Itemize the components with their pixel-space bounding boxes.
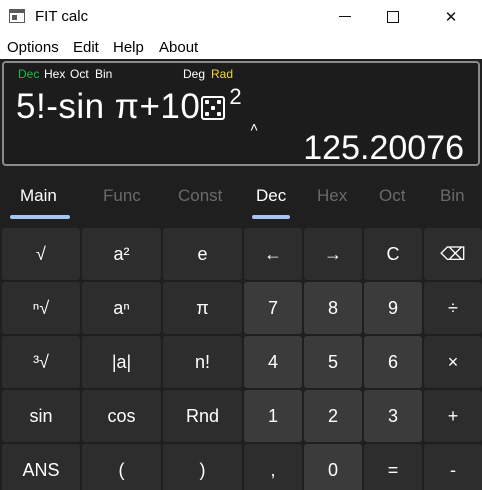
maximize-button[interactable] <box>370 0 416 33</box>
pi-button[interactable]: π <box>163 282 242 334</box>
e-constant-button[interactable]: e <box>163 228 242 280</box>
digit-5-button[interactable]: 5 <box>304 336 362 388</box>
dice-icon <box>201 96 226 120</box>
factorial-button[interactable]: n! <box>163 336 242 388</box>
multiply-button[interactable]: × <box>424 336 482 388</box>
digit-2-button[interactable]: 2 <box>304 390 362 442</box>
tab-dec[interactable]: Dec <box>256 186 286 206</box>
tab-const[interactable]: Const <box>178 186 222 206</box>
mode-deg-indicator: Deg <box>183 67 206 81</box>
cube-root-button[interactable]: ³√ <box>2 336 80 388</box>
abs-button[interactable]: |a| <box>82 336 161 388</box>
calculator-display[interactable]: Dec Hex Oct Bin Deg Rad 5!-sin π+10 2 ˄ 1… <box>2 61 480 167</box>
open-paren-button[interactable]: ( <box>82 444 161 490</box>
square-button[interactable]: a² <box>82 228 161 280</box>
digit-9-button[interactable]: 9 <box>364 282 422 334</box>
digit-6-button[interactable]: 6 <box>364 336 422 388</box>
minimize-icon <box>339 16 351 17</box>
digit-7-button[interactable]: 7 <box>244 282 302 334</box>
window-title: FIT calc <box>35 8 89 25</box>
digit-8-button[interactable]: 8 <box>304 282 362 334</box>
nth-root-button[interactable]: ⁿ√ <box>2 282 80 334</box>
app-icon <box>9 9 25 23</box>
digit-3-button[interactable]: 3 <box>364 390 422 442</box>
expression-text: 5!-sin π+10 <box>16 87 201 126</box>
backspace-button[interactable]: ⌫ <box>424 228 482 280</box>
mode-hex-indicator: Hex <box>44 67 66 81</box>
divide-button[interactable]: ÷ <box>424 282 482 334</box>
power-n-button[interactable]: aⁿ <box>82 282 161 334</box>
tab-main-underline <box>10 215 70 219</box>
tab-bin[interactable]: Bin <box>440 186 465 206</box>
menu-about[interactable]: About <box>159 39 198 56</box>
sqrt-button[interactable]: √ <box>2 228 80 280</box>
result-value: 125.20076 <box>303 129 464 167</box>
tab-hex[interactable]: Hex <box>317 186 347 206</box>
random-button[interactable]: Rnd <box>163 390 242 442</box>
expression-exponent: 2 <box>229 84 243 109</box>
expression: 5!-sin π+10 2 <box>16 84 243 127</box>
menu-help[interactable]: Help <box>113 39 144 56</box>
tab-func[interactable]: Func <box>103 186 141 206</box>
cos-button[interactable]: cos <box>82 390 161 442</box>
keypad: √ a² e ← → C ⌫ ⁿ√ aⁿ π 7 8 9 ÷ ³√ |a| n! 4 5 6 × sin cos Rnd 1 2 3… <box>0 226 482 490</box>
comma-button[interactable]: , <box>244 444 302 490</box>
equals-button[interactable]: = <box>364 444 422 490</box>
digit-0-button[interactable]: 0 <box>304 444 362 490</box>
close-paren-button[interactable]: ) <box>163 444 242 490</box>
menu-edit[interactable]: Edit <box>73 39 99 56</box>
minimize-button[interactable] <box>322 0 368 33</box>
cursor-left-button[interactable]: ← <box>244 228 302 280</box>
cursor-right-button[interactable]: → <box>304 228 362 280</box>
digit-4-button[interactable]: 4 <box>244 336 302 388</box>
plus-button[interactable]: + <box>424 390 482 442</box>
close-button[interactable]: ✕ <box>428 0 474 33</box>
close-icon: ✕ <box>444 8 458 26</box>
menu-options[interactable]: Options <box>7 39 59 56</box>
menu-bar: Options Edit Help About <box>0 33 482 59</box>
tab-oct[interactable]: Oct <box>379 186 405 206</box>
title-bar: FIT calc ✕ <box>0 0 482 33</box>
clear-button[interactable]: C <box>364 228 422 280</box>
tab-main[interactable]: Main <box>20 186 57 206</box>
mode-bin-indicator: Bin <box>95 67 113 81</box>
sin-button[interactable]: sin <box>2 390 80 442</box>
tab-dec-underline <box>252 215 290 219</box>
digit-1-button[interactable]: 1 <box>244 390 302 442</box>
mode-rad-indicator: Rad <box>211 67 234 81</box>
keypad-tabs: Main Func Const Dec Hex Oct Bin <box>0 170 482 226</box>
cursor-caret: ˄ <box>250 119 259 135</box>
maximize-icon <box>387 10 399 23</box>
ans-button[interactable]: ANS <box>2 444 80 490</box>
mode-oct-indicator: Oct <box>70 67 89 81</box>
mode-dec-indicator: Dec <box>18 67 40 81</box>
minus-button[interactable]: - <box>424 444 482 490</box>
